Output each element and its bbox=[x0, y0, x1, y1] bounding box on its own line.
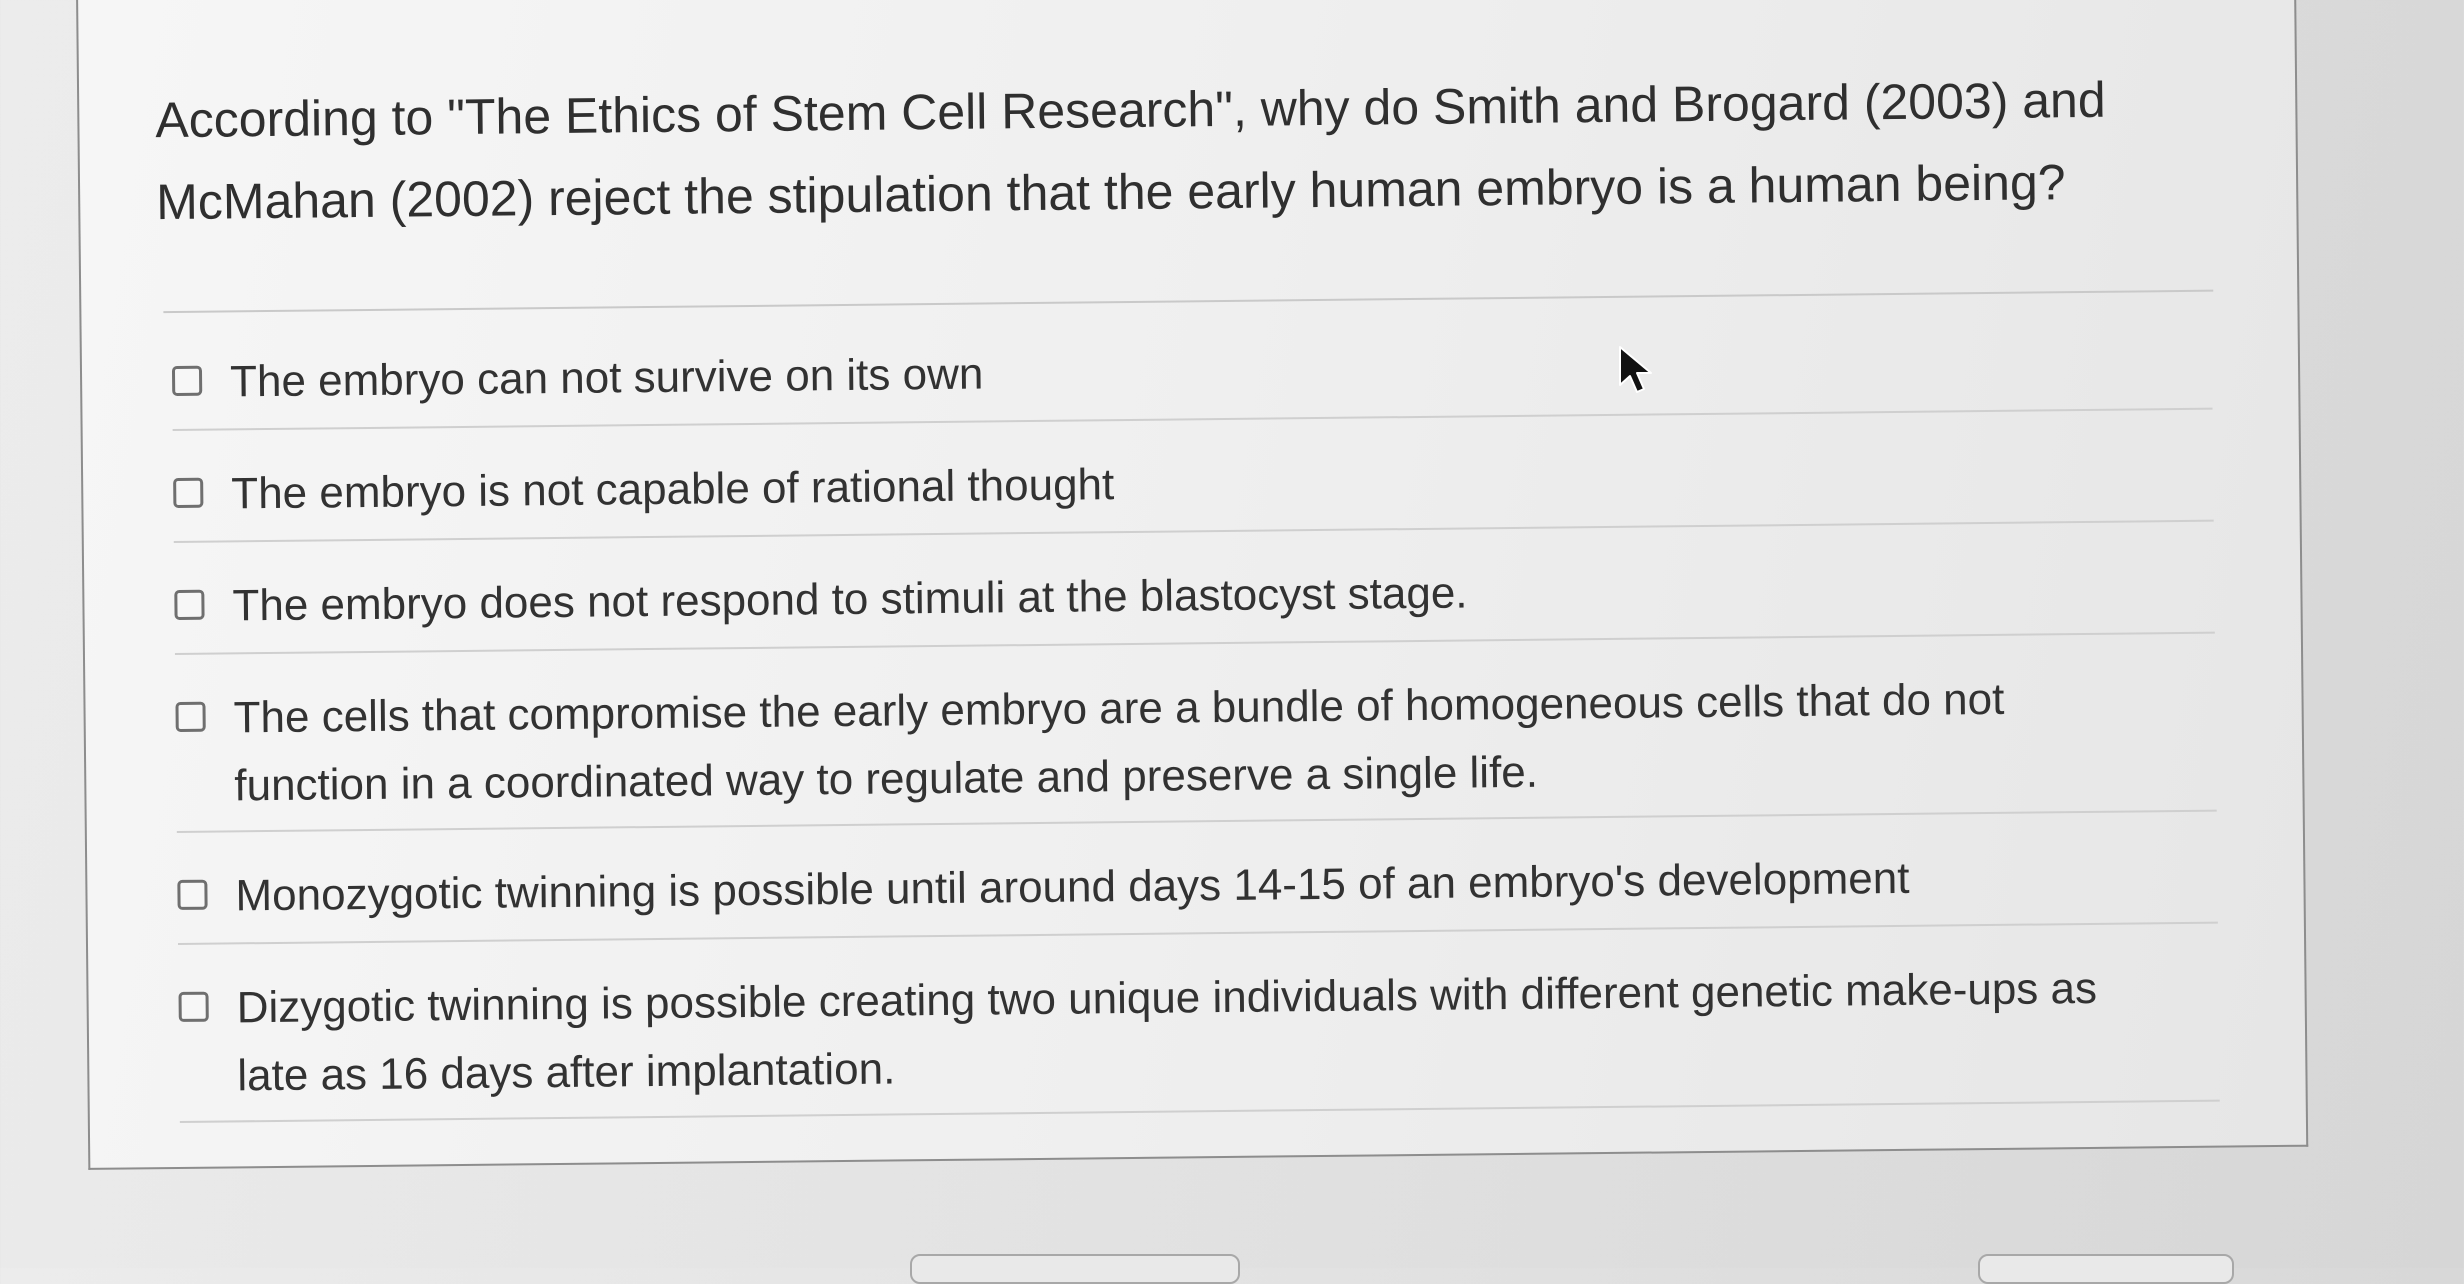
answer-option-label: The embryo does not respond to stimuli a… bbox=[232, 568, 1468, 631]
answer-option-5[interactable]: Monozygotic twinning is possible until a… bbox=[176, 811, 2218, 945]
checkbox-icon[interactable] bbox=[175, 701, 206, 732]
bottom-tab-left bbox=[910, 1254, 1240, 1284]
checkbox-icon[interactable] bbox=[173, 477, 204, 509]
answer-option-label: The embryo is not capable of rational th… bbox=[231, 460, 1115, 519]
answer-option-label: The embryo can not survive on its own bbox=[229, 349, 984, 407]
question-card: According to "The Ethics of Stem Cell Re… bbox=[76, 0, 2309, 1170]
checkbox-icon[interactable] bbox=[178, 991, 209, 1022]
answer-option-label: The cells that compromise the early embr… bbox=[233, 674, 2005, 811]
question-text: According to "The Ethics of Stem Cell Re… bbox=[155, 71, 2106, 231]
checkbox-icon[interactable] bbox=[171, 365, 203, 397]
checkbox-icon[interactable] bbox=[174, 589, 205, 621]
answer-option-3[interactable]: The embryo does not respond to stimuli a… bbox=[173, 521, 2215, 656]
answer-option-1[interactable]: The embryo can not survive on its own bbox=[171, 297, 2213, 432]
mouse-pointer-icon bbox=[1619, 346, 1652, 393]
answer-option-4[interactable]: The cells that compromise the early embr… bbox=[174, 633, 2217, 833]
answer-options-list: The embryo can not survive on its own Th… bbox=[171, 297, 2220, 1123]
answer-option-6[interactable]: Dizygotic twinning is possible creating … bbox=[178, 923, 2220, 1123]
answer-option-label: Monozygotic twinning is possible until a… bbox=[235, 853, 1910, 921]
answer-option-2[interactable]: The embryo is not capable of rational th… bbox=[172, 409, 2214, 544]
checkbox-icon[interactable] bbox=[177, 879, 208, 910]
bottom-tab-right bbox=[1978, 1254, 2234, 1284]
answer-option-label: Dizygotic twinning is possible creating … bbox=[236, 963, 2098, 1101]
